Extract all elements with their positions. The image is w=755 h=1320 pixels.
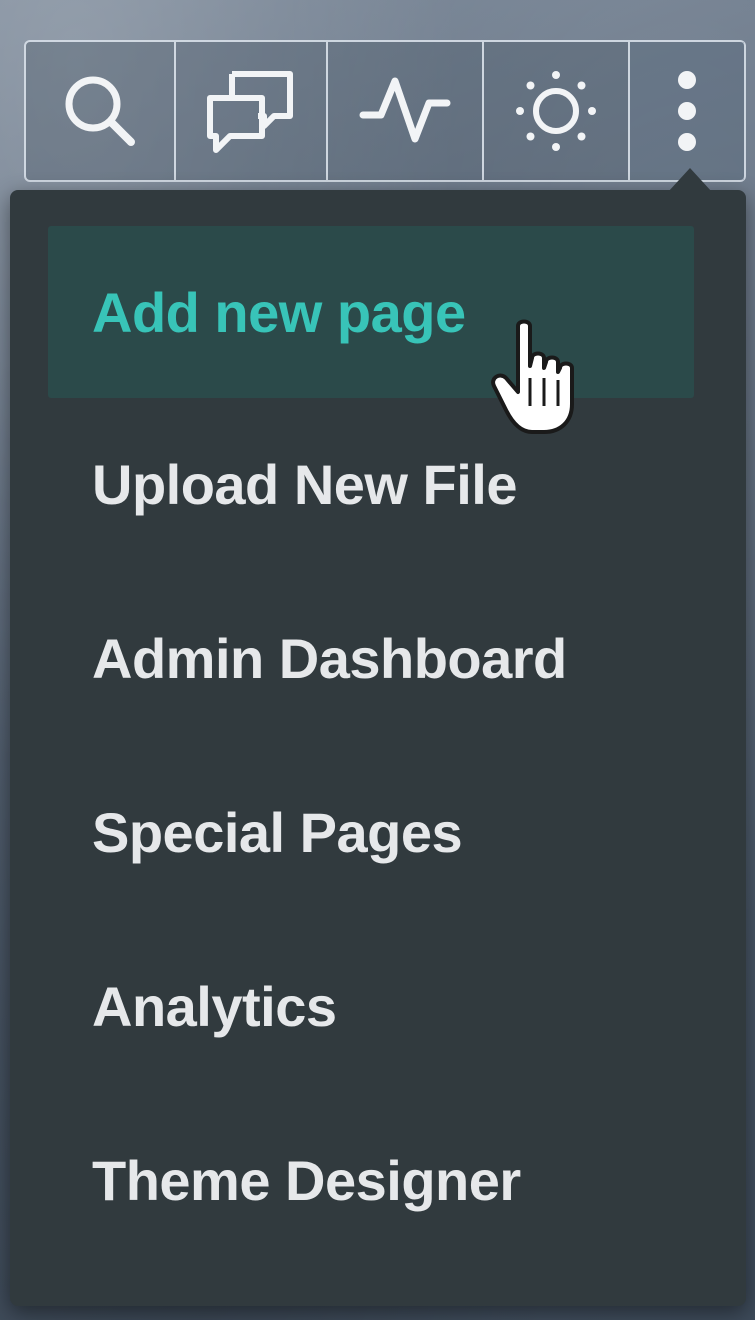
theme-toggle-button[interactable] xyxy=(484,42,630,180)
menu-item-add-new-page[interactable]: Add new page xyxy=(48,226,694,398)
menu-item-admin-dashboard[interactable]: Admin Dashboard xyxy=(48,572,694,744)
top-toolbar xyxy=(24,40,746,182)
activity-icon xyxy=(359,77,451,143)
discussions-button[interactable] xyxy=(176,42,328,180)
activity-button[interactable] xyxy=(328,42,484,180)
search-button[interactable] xyxy=(26,42,176,180)
menu-item-theme-designer[interactable]: Theme Designer xyxy=(48,1094,694,1266)
more-menu-button[interactable] xyxy=(630,42,744,180)
search-icon xyxy=(65,76,135,146)
more-vertical-icon xyxy=(678,71,696,151)
menu-item-analytics[interactable]: Analytics xyxy=(48,920,694,1092)
menu-item-special-pages[interactable]: Special Pages xyxy=(48,746,694,918)
more-dropdown-menu: Add new page Upload New File Admin Dashb… xyxy=(10,168,746,1306)
menu-caret xyxy=(668,168,712,192)
chat-icon xyxy=(207,71,293,153)
sun-icon xyxy=(516,71,596,151)
menu-item-upload-new-file[interactable]: Upload New File xyxy=(48,398,694,570)
